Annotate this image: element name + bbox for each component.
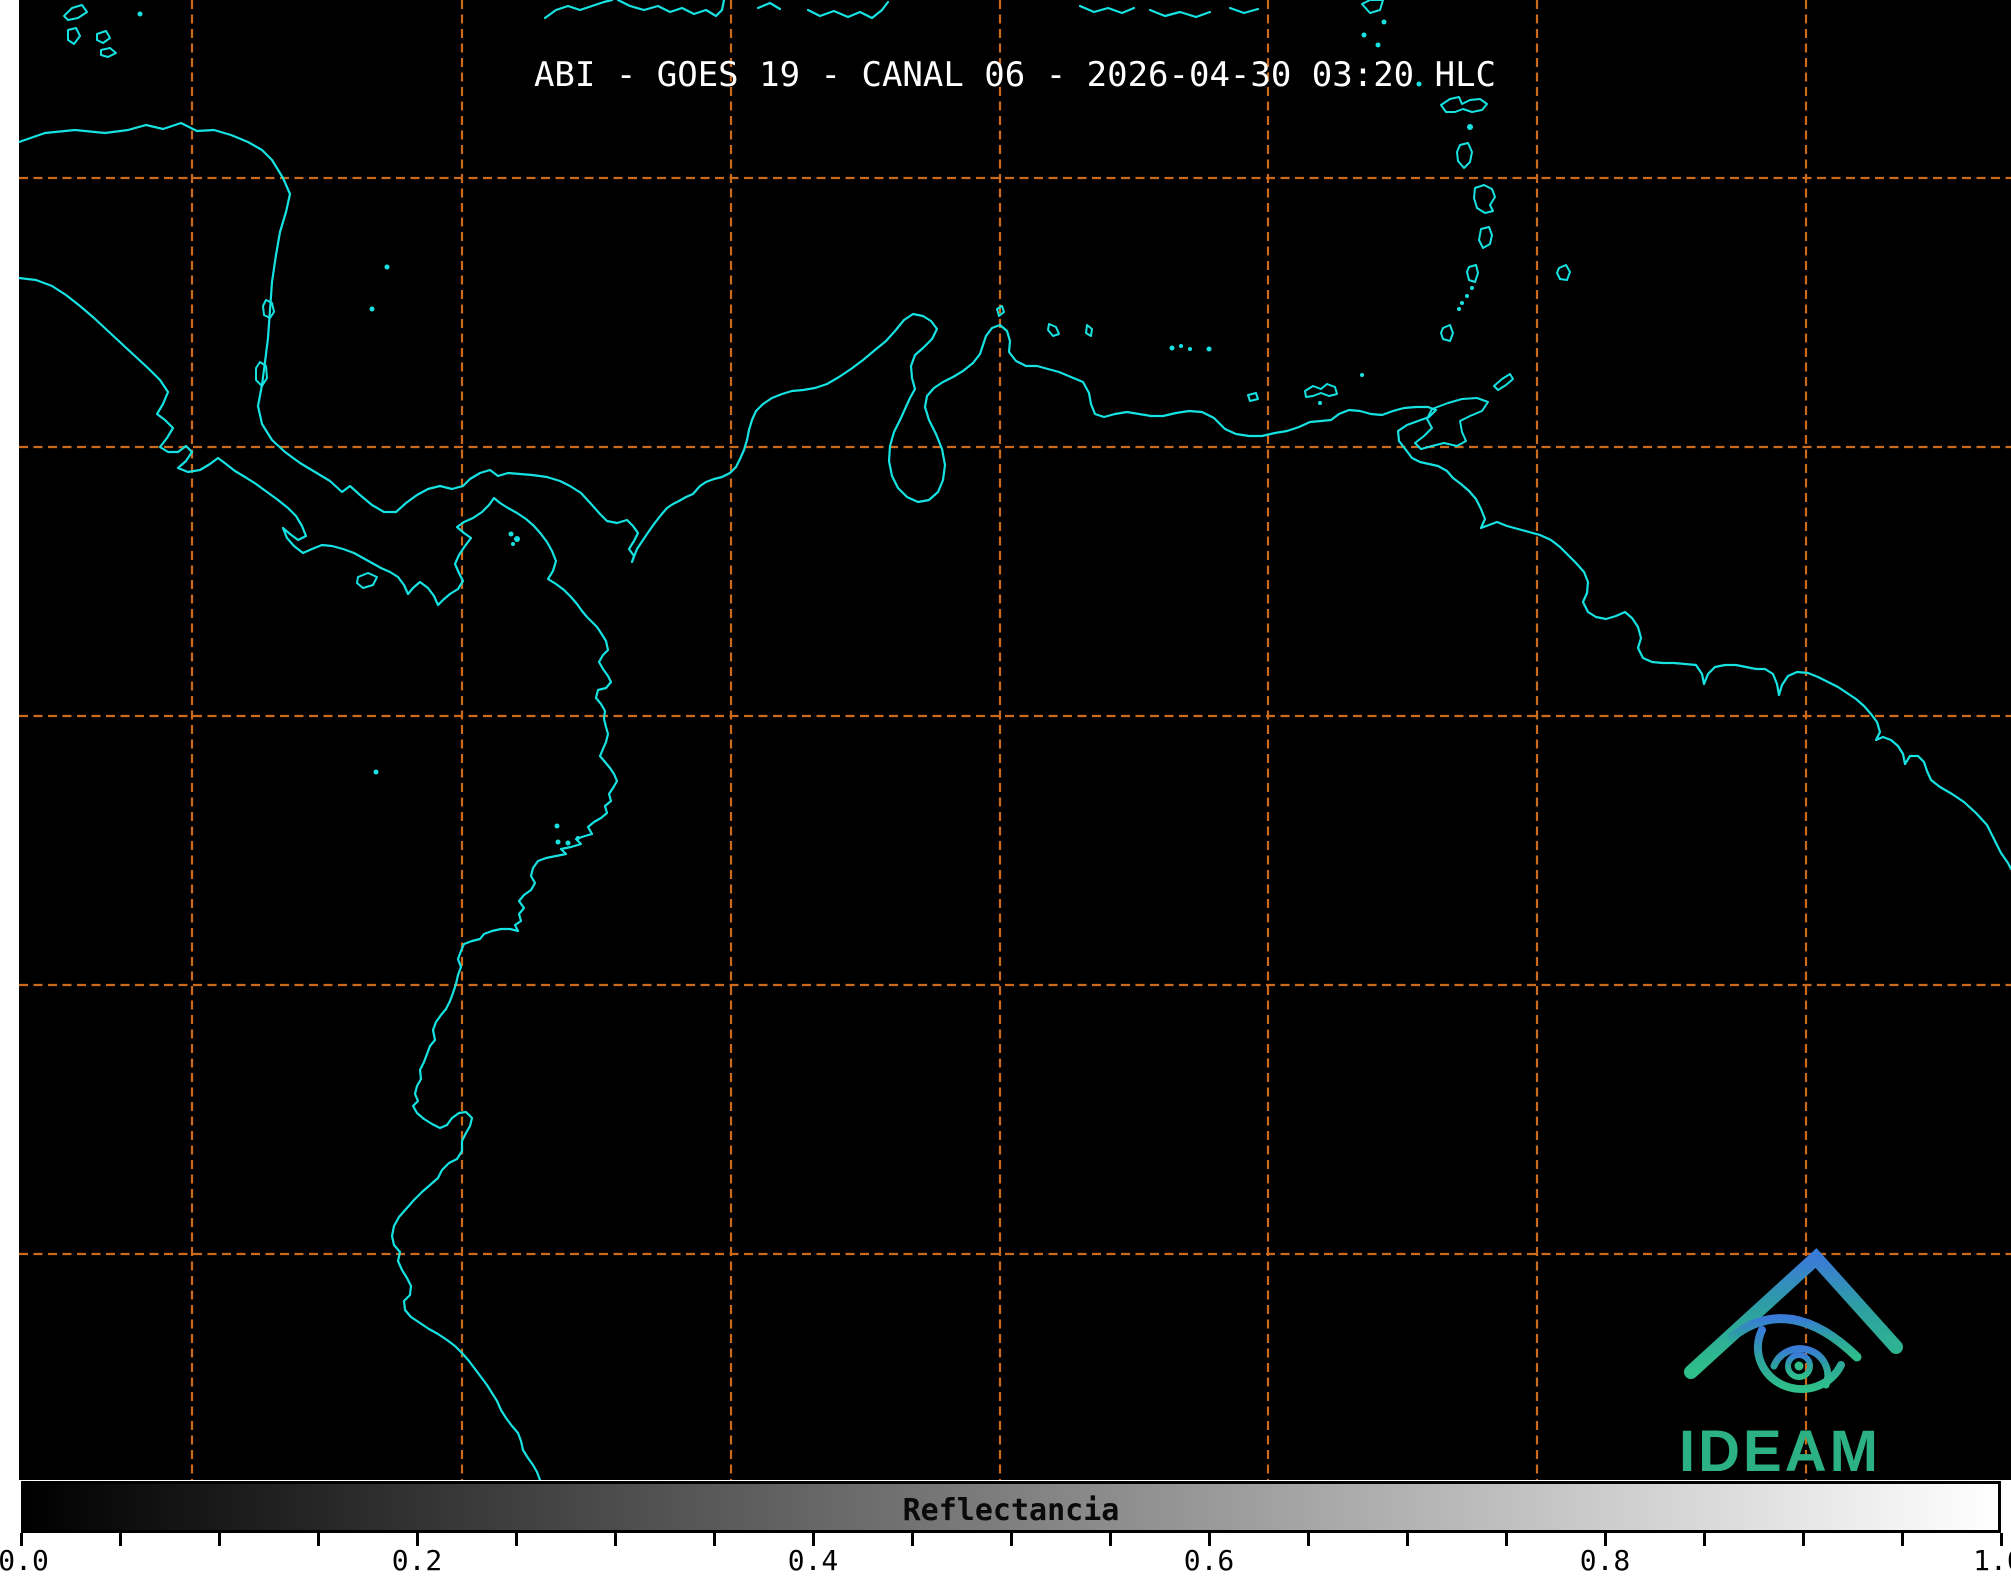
colorbar-tick — [1504, 1533, 1508, 1546]
tumaco-islet-1 — [554, 823, 560, 829]
los-roques-dot-3 — [1188, 347, 1192, 351]
colorbar-tick — [217, 1533, 221, 1546]
st-lucia — [1478, 226, 1493, 249]
antilles-dot-1 — [1381, 19, 1387, 25]
tumaco-islet-3 — [576, 836, 580, 840]
virgin-islands-fragment — [1228, 6, 1260, 15]
margarita — [1304, 383, 1338, 398]
pearl-islands-dot-1 — [508, 531, 514, 537]
colorbar-tick-label: 1.0 — [1973, 1544, 2011, 1577]
satellite-map: ABI - GOES 19 - CANAL 06 - 2026-04-30 03… — [19, 0, 2011, 1480]
roatan-island — [63, 4, 88, 21]
colorbar-tick — [1108, 1533, 1112, 1546]
antigua-area — [1361, 0, 1384, 14]
caribbean-mainland-coast — [19, 121, 2011, 871]
grenada — [1440, 324, 1454, 342]
colorbar-tick — [712, 1533, 716, 1546]
la-tortuga — [1247, 392, 1259, 402]
trinidad — [1414, 397, 1489, 450]
jamaica-east-fragment — [616, 0, 726, 18]
satellite-image-viewer: { "page": {"width": 2011, "height": 1577… — [0, 0, 2011, 1577]
antilles-dot-2 — [1361, 32, 1367, 38]
pacific-mainland-coast — [19, 276, 619, 1480]
colorbar-tick — [1900, 1533, 1904, 1546]
hispaniola-south-fragment — [806, 0, 890, 20]
colorbar-label: Reflectancia — [902, 1493, 1120, 1528]
marie-galante-dot — [1467, 124, 1473, 130]
coiba — [356, 572, 378, 589]
gorgona-dot — [555, 839, 561, 845]
colorbar-tick-label: 0.4 — [787, 1544, 839, 1577]
colorbar-tick — [1306, 1533, 1310, 1546]
colorbar-tick — [118, 1533, 122, 1546]
guanaja-dot — [137, 11, 143, 17]
puerto-rico-fragment — [1148, 8, 1212, 19]
reflectance-colorbar: Reflectancia — [21, 1481, 2001, 1533]
st-vincent — [1466, 264, 1479, 283]
martinique — [1473, 184, 1496, 214]
pearl-lagoon — [262, 299, 275, 319]
bonaire — [1085, 324, 1093, 337]
barbados — [1556, 264, 1571, 281]
bay-island-2 — [67, 27, 81, 45]
colorbar-tick — [1009, 1533, 1013, 1546]
colorbar-tick-label: 0.0 — [0, 1544, 49, 1577]
dominica — [1456, 142, 1473, 169]
logo-spiral-center — [1794, 1361, 1804, 1371]
colorbar-tick — [316, 1533, 320, 1546]
grenadines-dot-4 — [1457, 307, 1461, 311]
jamaica-south-coast-fragment — [543, 0, 614, 20]
ideam-logo: IDEAM — [1630, 1240, 1930, 1480]
coche-dot — [1318, 401, 1322, 405]
dr-east-fragment — [1078, 4, 1136, 15]
guadeloupe — [1440, 96, 1488, 113]
colorbar-tick-label: 0.8 — [1579, 1544, 1631, 1577]
ideam-logo-text: IDEAM — [1679, 1419, 1881, 1480]
los-roques-dot-1 — [1169, 345, 1175, 351]
colorbar-tick — [1801, 1533, 1805, 1546]
grenadines-dot-3 — [1460, 301, 1464, 305]
san-andres-dot — [369, 306, 375, 312]
curacao — [1047, 323, 1060, 337]
antilles-dot-3 — [1375, 42, 1381, 48]
colorbar-tick-label: 0.2 — [391, 1544, 443, 1577]
los-testigos-dot — [1360, 373, 1364, 377]
colorbar-tick — [910, 1533, 914, 1546]
pearl-islands-dot-3 — [511, 542, 515, 546]
colorbar-tick-label: 0.6 — [1183, 1544, 1235, 1577]
haiti-tip-fragment — [756, 1, 782, 11]
tobago — [1493, 373, 1514, 391]
providencia-dot — [384, 264, 390, 270]
map-title: ABI - GOES 19 - CANAL 06 - 2026-04-30 03… — [533, 55, 1497, 95]
colorbar-tick — [1405, 1533, 1409, 1546]
colorbar-tick — [1702, 1533, 1706, 1546]
la-orchila-dot — [1206, 346, 1212, 352]
bay-island-3 — [96, 30, 111, 44]
los-roques-dot-2 — [1179, 344, 1183, 348]
malpelo-dot — [373, 769, 379, 775]
grenadines-dot-1 — [1470, 286, 1474, 290]
pearl-islands-dot-2 — [514, 536, 520, 542]
tumaco-islet-2 — [565, 840, 571, 846]
grenadines-dot-2 — [1465, 294, 1469, 298]
colorbar-tick — [514, 1533, 518, 1546]
colorbar-tick — [613, 1533, 617, 1546]
